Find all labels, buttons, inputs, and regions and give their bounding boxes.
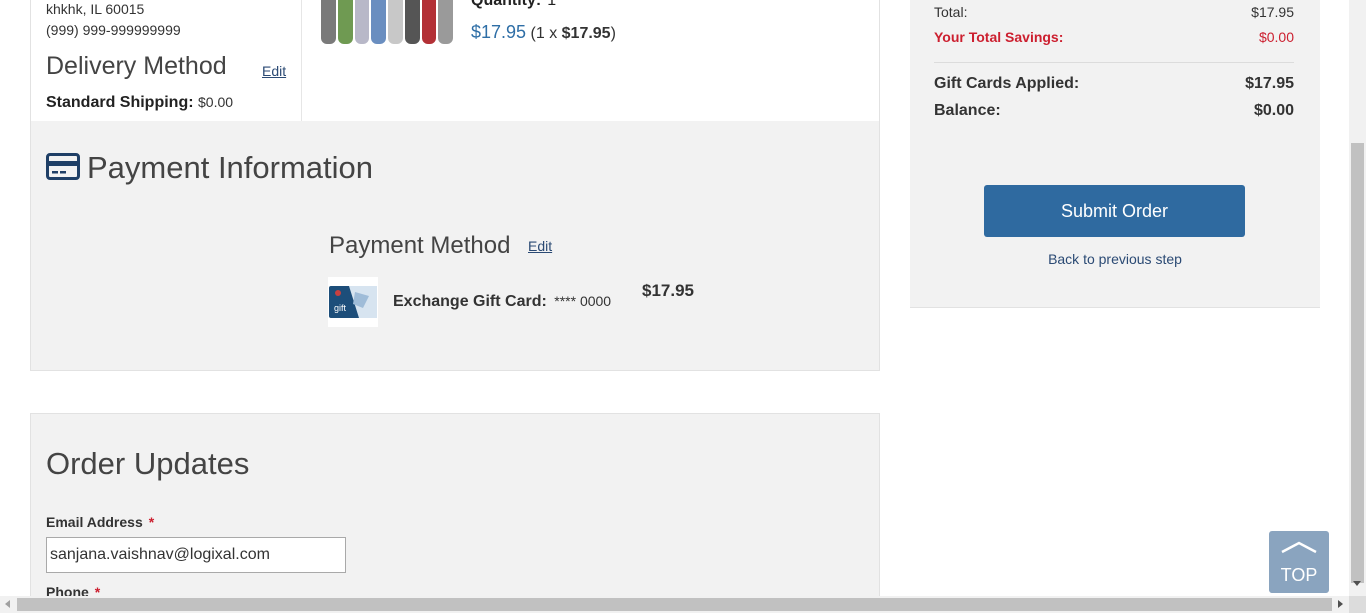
quantity-line: Quantity: 1 <box>471 0 556 10</box>
gift-card-icon: gift <box>329 286 377 318</box>
price-line: $17.95 (1 x $17.95) <box>471 22 616 43</box>
scroll-right-arrow-icon[interactable] <box>1338 600 1343 608</box>
total-row: Total: $17.95 <box>934 4 1294 20</box>
gift-card-mask: **** 0000 <box>554 293 612 309</box>
payment-information-panel: Payment Information Payment Method Edit … <box>30 121 880 371</box>
back-to-previous-step-link[interactable]: Back to previous step <box>910 251 1320 267</box>
vertical-scroll-thumb[interactable] <box>1351 143 1364 583</box>
product-image-swatch <box>354 0 370 44</box>
chevron-up-icon <box>1281 541 1317 554</box>
gift-cards-applied-row: Gift Cards Applied: $17.95 <box>934 75 1294 93</box>
shipping-method-value: $0.00 <box>198 94 234 110</box>
balance-row: Balance: $0.00 <box>934 102 1294 120</box>
product-image[interactable] <box>321 0 453 44</box>
quantity-value: 1 <box>547 0 557 9</box>
shipping-method-label: Standard Shipping: <box>46 94 194 111</box>
summary-divider <box>934 62 1294 63</box>
delivery-edit-link[interactable]: Edit <box>262 63 286 79</box>
top-label: TOP <box>1280 565 1318 585</box>
unit-price: $17.95 <box>561 25 611 42</box>
product-image-swatch <box>404 0 420 44</box>
payment-edit-link[interactable]: Edit <box>528 238 552 254</box>
savings-value: $0.00 <box>1258 29 1294 45</box>
payment-information-title: Payment Information <box>87 150 374 185</box>
product-image-swatch <box>388 0 403 44</box>
delivery-method-title: Delivery Method <box>46 52 227 80</box>
order-summary-panel: Total: $17.95 Your Total Savings: $0.00 … <box>910 0 1320 308</box>
shipment-summary: khkhk, IL 60015 (999) 999-999999999 Deli… <box>30 0 880 121</box>
scroll-down-arrow-icon[interactable] <box>1353 581 1361 586</box>
payment-method-title: Payment Method <box>329 232 511 259</box>
product-image-swatch <box>321 0 336 44</box>
unit-prefix: (1 x <box>530 25 558 42</box>
total-value: $17.95 <box>1251 4 1294 20</box>
total-label: Total: <box>934 4 968 20</box>
gift-card-label: Exchange Gift Card: **** 0000 <box>393 293 611 311</box>
horizontal-scrollbar[interactable] <box>0 596 1349 613</box>
gift-card-text: gift <box>334 303 347 313</box>
credit-card-icon <box>46 153 80 180</box>
email-label: Email Address * <box>46 514 154 530</box>
gift-card-amount: $17.95 <box>642 281 694 300</box>
email-field[interactable] <box>46 537 346 573</box>
product-image-swatch <box>337 0 353 44</box>
product-image-swatch <box>438 0 453 44</box>
shipping-method-line: Standard Shipping: $0.00 <box>46 94 233 112</box>
scrollbar-corner <box>1349 596 1366 613</box>
gift-cards-applied-label: Gift Cards Applied: <box>934 75 1080 92</box>
order-updates-title: Order Updates <box>46 446 250 481</box>
scroll-to-top-button[interactable]: TOP <box>1269 531 1329 593</box>
gift-card-image: gift <box>328 277 378 327</box>
shipping-address-cell: khkhk, IL 60015 (999) 999-999999999 Deli… <box>31 0 302 121</box>
quantity-label: Quantity: <box>471 0 542 9</box>
savings-row: Your Total Savings: $0.00 <box>934 29 1294 45</box>
horizontal-scroll-thumb[interactable] <box>17 598 1332 611</box>
gift-card-name: Exchange Gift Card: <box>393 293 547 310</box>
balance-value: $0.00 <box>1253 102 1294 119</box>
required-marker: * <box>148 514 155 530</box>
checkout-main: khkhk, IL 60015 (999) 999-999999999 Deli… <box>30 0 880 613</box>
unit-suffix: ) <box>610 25 616 42</box>
savings-label: Your Total Savings: <box>934 29 1064 45</box>
gift-cards-applied-value: $17.95 <box>1245 75 1294 92</box>
submit-order-button[interactable]: Submit Order <box>984 185 1245 237</box>
product-image-swatch <box>421 0 437 44</box>
email-label-text: Email Address <box>46 514 143 530</box>
vertical-scrollbar[interactable] <box>1349 0 1366 596</box>
product-image-swatch <box>371 0 386 44</box>
scroll-left-arrow-icon[interactable] <box>5 600 10 608</box>
address-city-line: khkhk, IL 60015 <box>46 1 145 17</box>
order-updates-panel: Order Updates Email Address* Phone* <box>30 413 880 613</box>
address-phone-line: (999) 999-999999999 <box>46 22 181 38</box>
balance-label: Balance: <box>934 102 1001 119</box>
line-price: $17.95 <box>471 22 527 42</box>
